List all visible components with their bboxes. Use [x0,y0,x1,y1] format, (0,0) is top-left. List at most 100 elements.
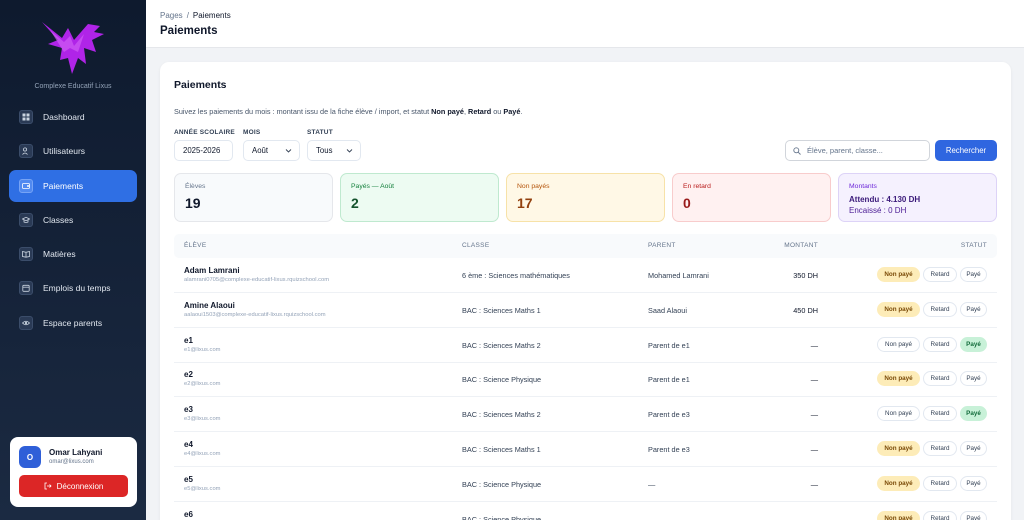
sidebar-item-dashboard[interactable]: Dashboard [9,101,137,133]
student-amount: — [810,375,818,385]
student-parent: Parent de e3 [648,410,690,420]
status-non-paye-button[interactable]: Non payé [877,441,920,456]
wallet-icon [19,178,33,193]
status-non-paye-button[interactable]: Non payé [877,475,920,491]
status-select[interactable]: Tous [307,140,361,161]
student-email: e2@lixus.com [184,381,221,388]
student-email: e5@lixus.com [184,485,221,492]
graduation-cap-icon [19,212,33,227]
eye-icon [19,315,33,330]
student-parent: — [648,479,656,489]
status-non-paye-button[interactable]: Non payé [877,336,920,352]
status-retard-button[interactable]: Retard [923,336,957,352]
table-row[interactable]: Adam Lamrani alamrani0705@complexe-educat… [174,258,997,293]
sidebar-item-matieres[interactable]: Matières [9,238,137,270]
year-value: 2025-2026 [183,146,221,155]
table-row[interactable]: e2 e2@lixus.com BAC : Science Physique Pare… [174,362,997,398]
student-name: e1 [184,335,193,345]
stat-value: 19 [185,195,201,211]
student-parent: Parent de e1 [648,340,690,350]
sidebar-item-paiements[interactable]: Paiements [9,169,137,202]
book-icon [19,247,33,262]
table-header: ÉLÈVE CLASSE PARENT MONTANT STATUT [174,234,997,258]
table-row[interactable]: e6 BAC : Science Physique — — Non payé Retard… [174,502,997,520]
status-paye-button[interactable]: Payé [960,406,987,422]
year-select[interactable]: 2025-2026 [174,140,233,161]
table-row[interactable]: e4 e4@lixus.com BAC : Sciences Maths 1 Pare… [174,432,997,467]
month-select[interactable]: Août [243,140,300,161]
status-retard-button[interactable]: Retard [923,441,957,456]
status-non-paye-button[interactable]: Non payé [877,371,920,387]
col-parent: PARENT [648,242,676,249]
student-name: e2 [184,370,193,380]
student-parent: Parent de e3 [648,445,690,454]
status-paye-button[interactable]: Payé [960,336,987,352]
sidebar-item-espace-parents[interactable]: Espace parents [9,307,137,339]
month-label: MOIS [243,129,261,136]
card-title: Paiements [174,79,227,91]
sidebar-item-classes[interactable]: Classes [9,204,137,236]
status-retard-button[interactable]: Retard [923,267,957,282]
student-parent: Parent de e1 [648,375,690,385]
stat-value: 0 [683,195,691,211]
student-class: BAC : Science Physique [462,375,542,385]
logout-button[interactable]: Déconnexion [19,475,128,497]
users-icon [19,144,33,159]
sidebar-nav: Dashboard Utilisateurs Paiements Classes… [9,101,137,341]
status-retard-button[interactable]: Retard [923,406,957,422]
table-row[interactable]: e5 e5@lixus.com BAC : Science Physique — — No… [174,467,997,502]
sidebar-item-label: Utilisateurs [43,146,86,157]
status-non-paye-button[interactable]: Non payé [877,267,920,282]
status-non-paye-button[interactable]: Non payé [877,510,920,520]
desc-ou: ou [491,107,504,116]
search-icon [793,147,801,155]
table-row[interactable]: Amine Alaoui aalaoui1503@complexe-educati… [174,293,997,328]
desc-paye: Payé [503,107,521,116]
student-name: Adam Lamrani [184,266,240,275]
table-row[interactable]: e1 e1@lixus.com BAC : Sciences Maths 2 Pare… [174,328,997,363]
student-name: Amine Alaoui [184,300,235,310]
status-retard-button[interactable]: Retard [923,371,957,387]
student-name: e5 [184,474,193,484]
stat-label: En retard [683,183,711,190]
student-amount: — [810,514,818,520]
status-paye-button[interactable]: Payé [960,475,987,491]
status-retard-button[interactable]: Retard [923,475,957,491]
breadcrumb-root[interactable]: Pages [160,11,183,20]
col-classe: CLASSE [462,242,490,249]
status-paye-button[interactable]: Payé [960,301,987,317]
status-retard-button[interactable]: Retard [923,301,957,317]
student-name: e6 [184,509,193,519]
sidebar-item-utilisateurs[interactable]: Utilisateurs [9,135,137,167]
desc-non-paye: Non payé [431,107,464,116]
sidebar-item-label: Classes [43,214,74,225]
status-non-paye-button[interactable]: Non payé [877,406,920,422]
user-email: omar@lixus.com [49,459,94,465]
status-paye-button[interactable]: Payé [960,441,987,456]
table-row[interactable]: e3 e3@lixus.com BAC : Sciences Maths 2 Pare… [174,397,997,433]
sidebar-item-label: Paiements [43,180,84,191]
search-input[interactable]: Élève, parent, classe... [785,140,930,161]
student-amount: — [810,410,818,420]
stat-eleves: Élèves 19 [174,173,333,222]
desc-retard: Retard [468,107,492,116]
status-paye-button[interactable]: Payé [960,510,987,520]
top-header: Pages / Paiements Paiements [146,0,1024,48]
status-paye-button[interactable]: Payé [960,267,987,282]
col-eleve: ÉLÈVE [184,242,207,249]
status-non-paye-button[interactable]: Non payé [877,301,920,317]
sidebar-item-emplois-du-temps[interactable]: Emplois du temps [9,272,137,304]
stat-label: Non payés [517,183,550,190]
stat-value: 17 [517,195,533,211]
status-paye-button[interactable]: Payé [960,371,987,387]
col-statut: STATUT [960,242,987,249]
breadcrumb: Pages / Paiements [160,11,231,20]
status-retard-button[interactable]: Retard [923,510,957,520]
search-button[interactable]: Rechercher [935,140,997,161]
sidebar-item-label: Matières [43,249,76,260]
student-class: BAC : Sciences Maths 1 [462,445,541,454]
logout-icon [44,482,52,490]
user-name: Omar Lahyani [49,448,103,457]
student-email: aalaoui1503@complexe-educatif-lixus.rqui… [184,311,326,318]
stat-encaisse: Encaissé : 0 DH [849,206,907,215]
